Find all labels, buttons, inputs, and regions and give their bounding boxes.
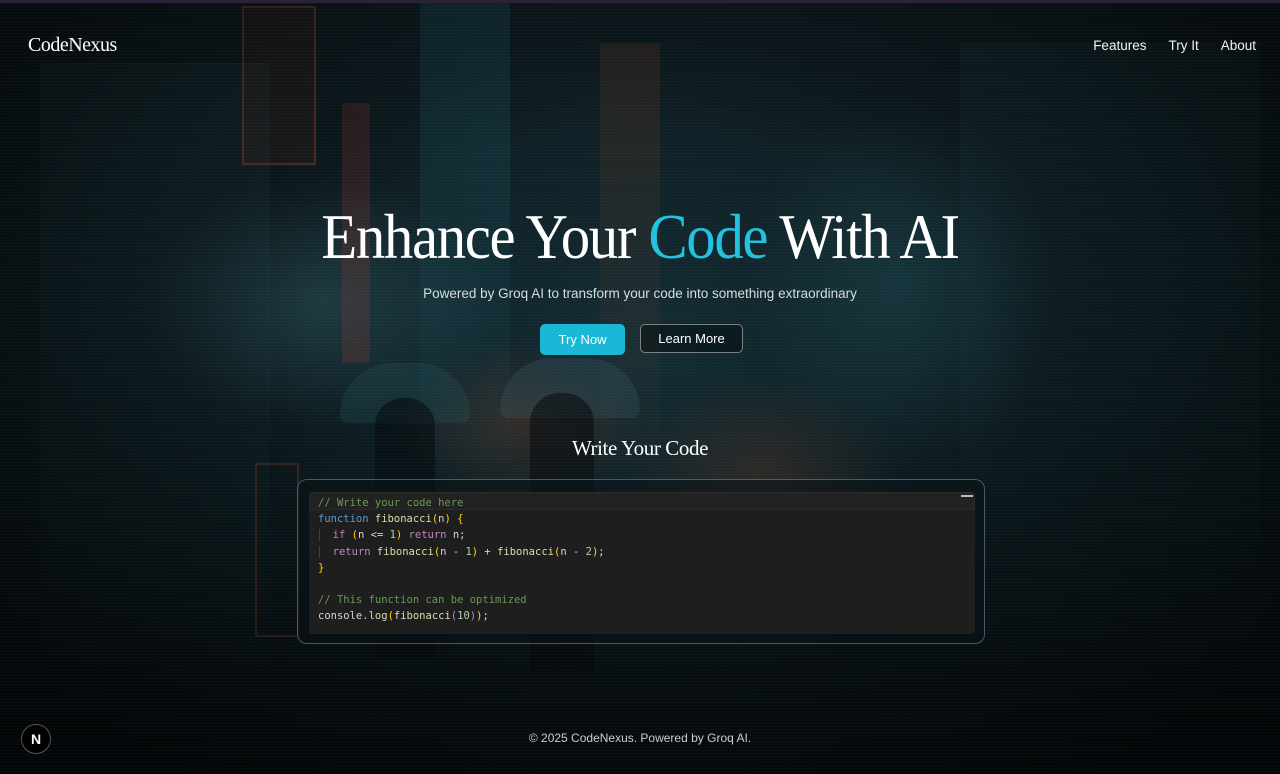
code-line: // This function can be optimized <box>318 594 527 607</box>
site-logo[interactable]: CodeNexus <box>28 34 117 57</box>
code-editor-card: // Write your code here function fibonacc… <box>297 479 985 644</box>
hero-title-end: With AI <box>767 201 960 272</box>
bg-scanlines <box>0 3 1280 774</box>
hero-subtitle: Powered by Groq AI to transform your cod… <box>423 286 857 301</box>
minimap-toggle-icon[interactable] <box>961 494 975 498</box>
nav-link-about[interactable]: About <box>1221 38 1256 53</box>
hero-title: Enhance Your Code With AI <box>51 200 1229 274</box>
background-city-scene <box>0 3 1280 774</box>
learn-more-button[interactable]: Learn More <box>640 324 743 353</box>
footer-text: © 2025 CodeNexus. Powered by Groq AI. <box>528 731 752 745</box>
hero-title-accent: Code <box>648 201 768 272</box>
code-line: if (n <= 1) return n; <box>318 527 605 543</box>
code-line: return fibonacci(n - 1) + fibonacci(n - … <box>318 544 605 560</box>
nav-link-try-it[interactable]: Try It <box>1168 38 1198 53</box>
editor-section-title: Write Your Code <box>571 436 709 460</box>
nav-link-features[interactable]: Features <box>1093 38 1146 53</box>
code-line: } <box>318 561 325 574</box>
code-line: console.log(fibonacci(10)); <box>318 610 489 623</box>
hero-title-start: Enhance Your <box>321 201 649 272</box>
try-now-button[interactable]: Try Now <box>540 324 625 355</box>
nextjs-icon[interactable]: N <box>21 724 51 754</box>
code-line: // Write your code here <box>318 497 464 509</box>
top-nav: Features Try It About <box>1093 38 1256 53</box>
code-line: function fibonacci(n) { <box>318 513 464 526</box>
code-content[interactable]: // Write your code here function fibonacc… <box>318 495 605 625</box>
code-editor[interactable]: // Write your code here function fibonacc… <box>309 492 975 634</box>
